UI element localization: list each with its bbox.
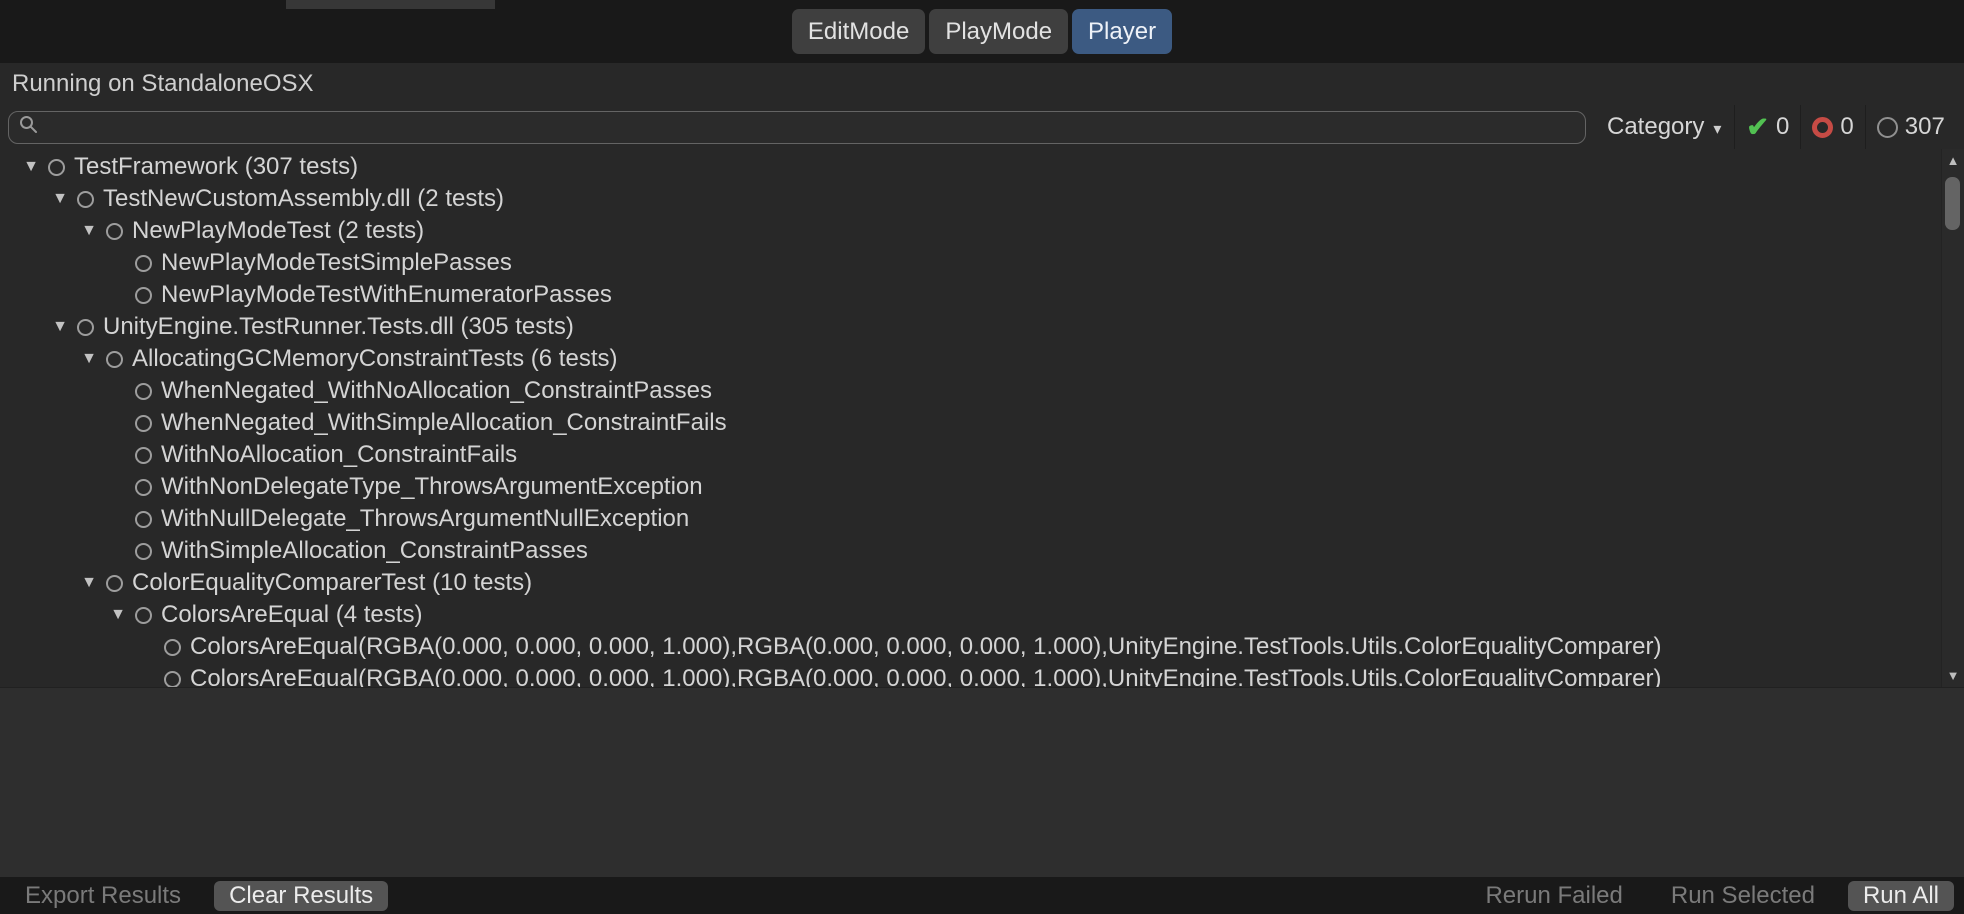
tree-row[interactable]: WithNoAllocation_ConstraintFails xyxy=(0,439,1964,471)
tree-row[interactable]: WhenNegated_WithNoAllocation_ConstraintP… xyxy=(0,375,1964,407)
mode-tab-playmode[interactable]: PlayMode xyxy=(929,9,1068,54)
search-input[interactable] xyxy=(46,114,1576,140)
mode-tabs: EditModePlayModePlayer xyxy=(792,9,1172,54)
test-detail-pane xyxy=(0,687,1964,877)
test-label: WhenNegated_WithSimpleAllocation_Constra… xyxy=(161,409,727,437)
test-status-notrun-icon xyxy=(106,223,123,240)
foldout-arrow-icon[interactable]: ▼ xyxy=(43,190,77,208)
test-status-notrun-icon xyxy=(48,159,65,176)
footer-left-buttons: Export Results Clear Results xyxy=(10,881,388,911)
test-label: NewPlayModeTest (2 tests) xyxy=(132,217,424,245)
search-field[interactable] xyxy=(8,111,1586,144)
test-label: WhenNegated_WithNoAllocation_ConstraintP… xyxy=(161,377,712,405)
run-all-button[interactable]: Run All xyxy=(1848,881,1954,911)
test-label: TestNewCustomAssembly.dll (2 tests) xyxy=(103,185,504,213)
test-status-notrun-icon xyxy=(135,479,152,496)
test-tree-panel: ▼ TestFramework (307 tests) ▼ TestNewCustom… xyxy=(0,149,1964,687)
scroll-down-icon[interactable]: ▼ xyxy=(1942,669,1964,682)
foldout-arrow-icon[interactable]: ▼ xyxy=(72,222,106,240)
test-status-notrun-icon xyxy=(135,543,152,560)
test-status-notrun-icon xyxy=(106,351,123,368)
footer-bar: Export Results Clear Results Rerun Failed… xyxy=(0,877,1964,914)
tree-scrollbar[interactable]: ▲ ▼ xyxy=(1941,149,1964,687)
clear-results-button[interactable]: Clear Results xyxy=(214,881,388,911)
tree-row[interactable]: WithSimpleAllocation_ConstraintPasses xyxy=(0,535,1964,567)
filter-toolbar: Category ▾ ✔ 0 0 307 xyxy=(0,105,1964,149)
test-label: WithNullDelegate_ThrowsArgumentNullExcep… xyxy=(161,505,689,533)
test-label: WithNonDelegateType_ThrowsArgumentExcept… xyxy=(161,473,703,501)
tree-row[interactable]: ▼ ColorEqualityComparerTest (10 tests) xyxy=(0,567,1964,599)
tree-row[interactable]: WithNullDelegate_ThrowsArgumentNullExcep… xyxy=(0,503,1964,535)
window-tab-remnant[interactable] xyxy=(286,0,495,9)
chevron-down-icon: ▾ xyxy=(1713,116,1721,139)
tree-row[interactable]: ▼ NewPlayModeTest (2 tests) xyxy=(0,215,1964,247)
passed-count-toggle[interactable]: ✔ 0 xyxy=(1734,105,1800,149)
run-selected-button[interactable]: Run Selected xyxy=(1656,881,1830,911)
tree-row[interactable]: ColorsAreEqual(RGBA(0.000, 0.000, 0.000,… xyxy=(0,631,1964,663)
status-row: Running on StandaloneOSX xyxy=(0,63,1964,105)
category-label: Category xyxy=(1607,113,1704,141)
test-label: ColorsAreEqual (4 tests) xyxy=(161,601,422,629)
export-results-button[interactable]: Export Results xyxy=(10,881,196,911)
tree-row[interactable]: ▼ UnityEngine.TestRunner.Tests.dll (305 t… xyxy=(0,311,1964,343)
test-status-notrun-icon xyxy=(135,511,152,528)
test-label: NewPlayModeTestSimplePasses xyxy=(161,249,512,277)
test-status-notrun-icon xyxy=(164,671,181,688)
test-status-notrun-icon xyxy=(135,383,152,400)
tree-row[interactable]: ColorsAreEqual(RGBA(0.000, 0.000, 0.000,… xyxy=(0,663,1964,687)
foldout-arrow-icon[interactable]: ▼ xyxy=(72,350,106,368)
failed-count-toggle[interactable]: 0 xyxy=(1800,105,1864,149)
mode-tab-player[interactable]: Player xyxy=(1072,9,1172,54)
test-status-notrun-icon xyxy=(77,319,94,336)
mode-tab-editmode[interactable]: EditMode xyxy=(792,9,925,54)
running-status-text: Running on StandaloneOSX xyxy=(12,70,314,98)
test-label: AllocatingGCMemoryConstraintTests (6 tes… xyxy=(132,345,617,373)
passed-check-icon: ✔ xyxy=(1746,114,1769,141)
test-status-notrun-icon xyxy=(135,287,152,304)
foldout-arrow-icon[interactable]: ▼ xyxy=(72,574,106,592)
test-label: ColorsAreEqual(RGBA(0.000, 0.000, 0.000,… xyxy=(190,665,1661,687)
test-label: WithNoAllocation_ConstraintFails xyxy=(161,441,517,469)
search-icon xyxy=(18,114,39,140)
test-status-notrun-icon xyxy=(135,607,152,624)
foldout-arrow-icon[interactable]: ▼ xyxy=(14,158,48,176)
scroll-up-icon[interactable]: ▲ xyxy=(1942,154,1964,167)
failed-count: 0 xyxy=(1840,113,1853,141)
foldout-arrow-icon[interactable]: ▼ xyxy=(101,606,135,624)
footer-right-buttons: Rerun Failed Run Selected Run All xyxy=(1470,881,1954,911)
test-status-notrun-icon xyxy=(135,415,152,432)
tree-row[interactable]: NewPlayModeTestSimplePasses xyxy=(0,247,1964,279)
test-label: WithSimpleAllocation_ConstraintPasses xyxy=(161,537,588,565)
test-label: TestFramework (307 tests) xyxy=(74,153,358,181)
notrun-count: 307 xyxy=(1905,113,1945,141)
test-tree-rows: ▼ TestFramework (307 tests) ▼ TestNewCustom… xyxy=(0,149,1964,687)
test-status-notrun-icon xyxy=(106,575,123,592)
test-label: ColorsAreEqual(RGBA(0.000, 0.000, 0.000,… xyxy=(190,633,1661,661)
tree-row[interactable]: WhenNegated_WithSimpleAllocation_Constra… xyxy=(0,407,1964,439)
tree-row[interactable]: NewPlayModeTestWithEnumeratorPasses xyxy=(0,279,1964,311)
test-label: ColorEqualityComparerTest (10 tests) xyxy=(132,569,532,597)
tree-row[interactable]: ▼ ColorsAreEqual (4 tests) xyxy=(0,599,1964,631)
category-dropdown[interactable]: Category ▾ xyxy=(1594,105,1734,149)
test-status-notrun-icon xyxy=(164,639,181,656)
failed-circle-icon xyxy=(1812,117,1833,138)
test-label: UnityEngine.TestRunner.Tests.dll (305 te… xyxy=(103,313,574,341)
test-status-notrun-icon xyxy=(135,447,152,464)
foldout-arrow-icon[interactable]: ▼ xyxy=(43,318,77,336)
passed-count: 0 xyxy=(1776,113,1789,141)
rerun-failed-button[interactable]: Rerun Failed xyxy=(1470,881,1637,911)
tree-row[interactable]: WithNonDelegateType_ThrowsArgumentExcept… xyxy=(0,471,1964,503)
test-status-notrun-icon xyxy=(77,191,94,208)
tree-row[interactable]: ▼ TestNewCustomAssembly.dll (2 tests) xyxy=(0,183,1964,215)
scroll-thumb[interactable] xyxy=(1945,177,1960,230)
tree-row[interactable]: ▼ TestFramework (307 tests) xyxy=(0,151,1964,183)
top-toolbar: EditModePlayModePlayer xyxy=(0,0,1964,63)
test-label: NewPlayModeTestWithEnumeratorPasses xyxy=(161,281,612,309)
test-status-notrun-icon xyxy=(135,255,152,272)
notrun-circle-icon xyxy=(1877,117,1898,138)
notrun-count-toggle[interactable]: 307 xyxy=(1865,105,1956,149)
tree-row[interactable]: ▼ AllocatingGCMemoryConstraintTests (6 te… xyxy=(0,343,1964,375)
